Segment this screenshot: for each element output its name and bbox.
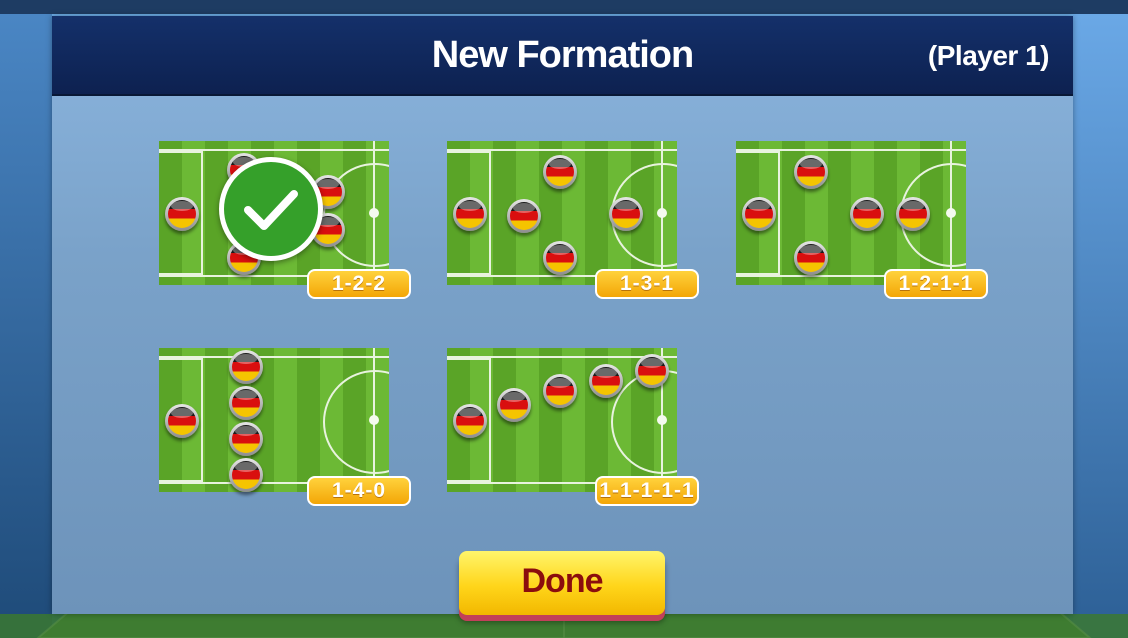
germany-flag-puck-icon — [794, 241, 828, 275]
germany-flag-puck-icon — [609, 197, 643, 231]
done-button[interactable]: Done — [459, 551, 665, 615]
formation-card-1-2-2[interactable]: 1-2-2 — [159, 141, 411, 299]
germany-flag-puck-icon — [850, 197, 884, 231]
germany-flag-puck-icon — [453, 197, 487, 231]
germany-flag-puck-icon — [543, 241, 577, 275]
formation-label: 1-2-1-1 — [884, 269, 988, 299]
germany-flag-puck-icon — [794, 155, 828, 189]
formation-label: 1-1-1-1-1 — [595, 476, 699, 506]
germany-flag-puck-icon — [497, 388, 531, 422]
formation-label: 1-3-1 — [595, 269, 699, 299]
germany-flag-puck-icon — [165, 197, 199, 231]
germany-flag-puck-icon — [229, 422, 263, 456]
formation-label: 1-2-2 — [307, 269, 411, 299]
formation-card-1-3-1[interactable]: 1-3-1 — [447, 141, 699, 299]
germany-flag-puck-icon — [229, 350, 263, 384]
germany-flag-puck-icon — [742, 197, 776, 231]
germany-flag-puck-icon — [229, 386, 263, 420]
page-title: New Formation — [431, 34, 694, 76]
germany-flag-puck-icon — [896, 197, 930, 231]
germany-flag-puck-icon — [635, 354, 669, 388]
formation-card-1-2-1-1[interactable]: 1-2-1-1 — [736, 141, 988, 299]
germany-flag-puck-icon — [507, 199, 541, 233]
germany-flag-puck-icon — [229, 458, 263, 492]
germany-flag-puck-icon — [165, 404, 199, 438]
panel-header: New Formation (Player 1) — [52, 16, 1073, 96]
germany-flag-puck-icon — [543, 374, 577, 408]
top-bar — [0, 0, 1128, 14]
germany-flag-puck-icon — [589, 364, 623, 398]
germany-flag-puck-icon — [543, 155, 577, 189]
check-icon — [219, 157, 323, 261]
formation-panel: New Formation (Player 1) — [52, 16, 1073, 614]
formation-card-1-4-0[interactable]: 1-4-0 — [159, 348, 411, 506]
formation-card-1-1-1-1-1[interactable]: 1-1-1-1-1 — [447, 348, 699, 506]
formation-label: 1-4-0 — [307, 476, 411, 506]
player-label: (Player 1) — [927, 40, 1050, 71]
germany-flag-puck-icon — [453, 404, 487, 438]
